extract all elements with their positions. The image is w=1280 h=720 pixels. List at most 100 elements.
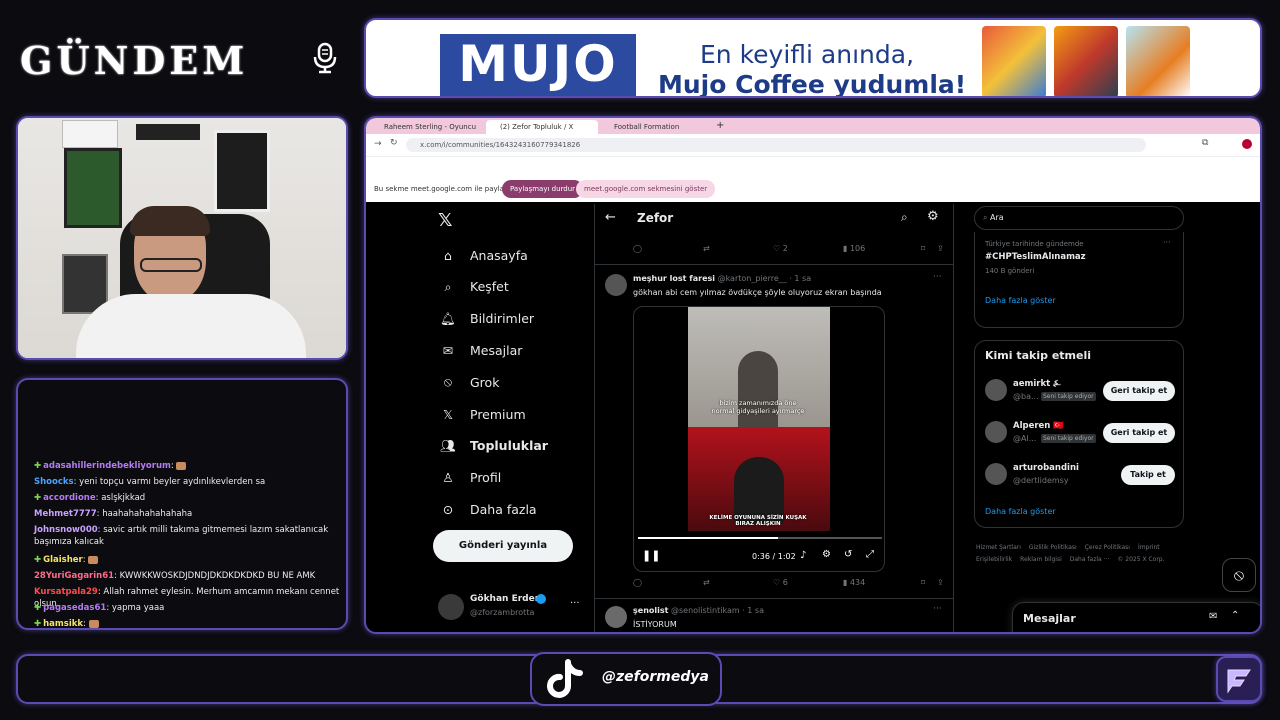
emote-icon <box>88 619 99 628</box>
nav-item-mail[interactable]: ✉ Mesajlar <box>438 339 523 361</box>
tab-football-formation[interactable]: Football Formation Creator Re <box>600 120 706 145</box>
chat-username[interactable]: accordione <box>43 493 96 503</box>
chat-username[interactable]: hamsikk <box>43 619 83 628</box>
nav-item-more-circle[interactable]: ⊙ Daha fazla <box>438 498 537 520</box>
share-icon[interactable]: ⇪ <box>937 578 944 587</box>
profile-avatar-icon[interactable] <box>1242 139 1252 149</box>
nav-item-communities[interactable]: 👥︎ Topluluklar <box>438 435 548 457</box>
tweet-more-icon[interactable]: ··· <box>933 604 942 614</box>
search-icon[interactable]: ⌕ <box>901 210 908 225</box>
footer-link[interactable]: Erişilebilirlik <box>976 554 1012 566</box>
post-button[interactable]: Gönderi yayınla <box>433 530 573 562</box>
url-field[interactable]: x.com/i/communities/1643243160779341826 <box>406 138 1146 152</box>
chat-username[interactable]: adasahillerindebekliyorum <box>43 461 171 471</box>
who-to-follow-show-more[interactable]: Daha fazla göster <box>985 507 1056 516</box>
footer-link[interactable]: Hizmet Şartları <box>976 542 1021 554</box>
user-avatar[interactable] <box>985 463 1007 485</box>
chat-username[interactable]: 28YuriGagarin61 <box>34 571 114 581</box>
chat-text: : yapma yaaa <box>106 603 165 613</box>
views-icon[interactable]: ▮ 106 <box>843 244 865 253</box>
tweet-actions: ◯ ⇄ ♡ 6 ▮ 434 ⌑ ⇪ <box>633 578 944 592</box>
follow-button[interactable]: Geri takip et <box>1103 423 1175 443</box>
footer-link[interactable]: Daha fazla ··· <box>1070 554 1110 566</box>
user-name[interactable]: aemirkt ⍼ <box>1013 379 1061 389</box>
messages-drawer[interactable]: Mesajlar ✉ ⌃ <box>1012 602 1260 632</box>
prime-badge-icon: ✚ <box>34 493 42 503</box>
expand-icon[interactable]: ⌃ <box>1231 610 1239 621</box>
grok-floating-icon[interactable]: ⦸ <box>1222 558 1256 592</box>
back-icon[interactable]: → <box>374 139 382 149</box>
follow-button[interactable]: Geri takip et <box>1103 381 1175 401</box>
user-avatar[interactable] <box>985 379 1007 401</box>
trend-count: 140 B gönderi <box>985 267 1035 275</box>
chat-username[interactable]: pagasedas61 <box>43 603 106 613</box>
tweet-author-name[interactable]: şenolist <box>633 606 668 615</box>
volume-icon[interactable]: ♪ <box>800 550 806 561</box>
nav-item-home[interactable]: ⌂ Anasayfa <box>438 244 528 266</box>
prime-badge-icon: ✚ <box>34 461 42 471</box>
footer-link[interactable]: © 2025 X Corp. <box>1117 554 1164 566</box>
user-name[interactable]: Alperen 🇹🇷 <box>1013 421 1064 431</box>
user-handle: @dertlidemsy <box>1013 476 1069 485</box>
footer-link[interactable]: İmprint <box>1138 542 1160 554</box>
chat-username[interactable]: Glaisher <box>43 555 83 565</box>
share-icon[interactable]: ⇪ <box>937 244 944 253</box>
chat-username[interactable]: Johnsnow000 <box>34 525 98 535</box>
tweet-avatar[interactable] <box>605 274 627 296</box>
like-icon[interactable]: ♡ 6 <box>773 578 788 587</box>
user-avatar[interactable] <box>985 421 1007 443</box>
account-more-icon[interactable]: ··· <box>570 598 580 609</box>
new-tab-icon[interactable]: + <box>716 120 724 131</box>
nav-item-bell[interactable]: 🔔︎ Bildirimler <box>438 308 534 330</box>
extensions-icon[interactable]: ⧉ <box>1202 138 1208 148</box>
bookmark-icon[interactable]: ⌑ <box>921 244 925 253</box>
nav-label: Mesajlar <box>470 342 523 358</box>
tab-zefor-topluluk[interactable]: (2) Zefor Topluluk / X <box>486 120 598 134</box>
tweet-author-name[interactable]: meşhur lost faresi <box>633 274 715 283</box>
footer-link[interactable]: Gizlilik Politikası <box>1029 542 1077 554</box>
views-icon[interactable]: ▮ 434 <box>843 578 865 587</box>
nav-item-search[interactable]: ⌕ Keşfet <box>438 276 508 298</box>
show-tab-button[interactable]: meet.google.com sekmesini göster <box>576 180 716 198</box>
nav-item-x-premium[interactable]: 𝕏 Premium <box>438 403 526 425</box>
video-player[interactable]: bizim zamanımızda öne normal gidyaşileri… <box>633 306 885 572</box>
like-icon[interactable]: ♡ 2 <box>773 244 788 253</box>
stop-sharing-button[interactable]: Paylaşmayı durdur <box>502 180 584 198</box>
trend-show-more[interactable]: Daha fazla göster <box>985 296 1056 305</box>
chat-username[interactable]: Mehmet7777 <box>34 509 97 519</box>
video-settings-icon[interactable]: ⚙ <box>822 549 831 560</box>
tweet-more-icon[interactable]: ··· <box>933 272 942 282</box>
user-name[interactable]: arturobandini <box>1013 463 1079 473</box>
retweet-icon[interactable]: ⇄ <box>703 578 710 587</box>
tweet-avatar[interactable] <box>605 606 627 628</box>
settings-icon[interactable]: ⚙ <box>927 209 939 224</box>
pause-icon[interactable]: ❚❚ <box>642 549 660 562</box>
reply-icon[interactable]: ◯ <box>633 244 642 253</box>
wall-frame <box>136 124 200 140</box>
fullscreen-icon[interactable]: ⤢ <box>866 549 874 560</box>
x-logo-icon[interactable]: 𝕏 <box>438 210 453 231</box>
reply-icon[interactable]: ◯ <box>633 578 642 587</box>
tab-raheem-sterling[interactable]: Raheem Sterling - Oyuncu prof <box>370 120 484 145</box>
search-input[interactable]: ⌕ Ara <box>974 206 1184 230</box>
nav-item-grok[interactable]: ⦸ Grok <box>438 371 500 393</box>
retweet-icon[interactable]: ⇄ <box>703 244 710 253</box>
nav-item-profile[interactable]: ♙ Profil <box>438 467 501 489</box>
follow-button[interactable]: Takip et <box>1121 465 1175 485</box>
footer-link[interactable]: Reklam bilgisi <box>1020 554 1062 566</box>
chat-username[interactable]: Shoocks <box>34 477 74 487</box>
nav-label: Topluluklar <box>470 438 548 454</box>
reload-icon[interactable]: ↻ <box>390 138 398 148</box>
replay-icon[interactable]: ↺ <box>844 549 852 560</box>
account-avatar[interactable] <box>438 594 464 620</box>
chat-message: Mehmet7777: haahahahahahahaha <box>34 508 346 520</box>
trend-tag[interactable]: #CHPTeslimAlınamaz <box>985 252 1086 262</box>
trend-more-icon[interactable]: ··· <box>1163 238 1171 247</box>
footer-link[interactable]: Çerez Politikası <box>1085 542 1130 554</box>
prime-badge-icon: ✚ <box>34 555 42 565</box>
chat-username[interactable]: Kursatpala29 <box>34 587 98 597</box>
bookmark-icon[interactable]: ⌑ <box>921 578 925 587</box>
new-message-icon[interactable]: ✉ <box>1209 611 1217 622</box>
back-arrow-icon[interactable]: ← <box>605 210 616 225</box>
screen-share-bar: Bu sekme meet.google.com ile paylaşılıyo… <box>366 156 1260 202</box>
